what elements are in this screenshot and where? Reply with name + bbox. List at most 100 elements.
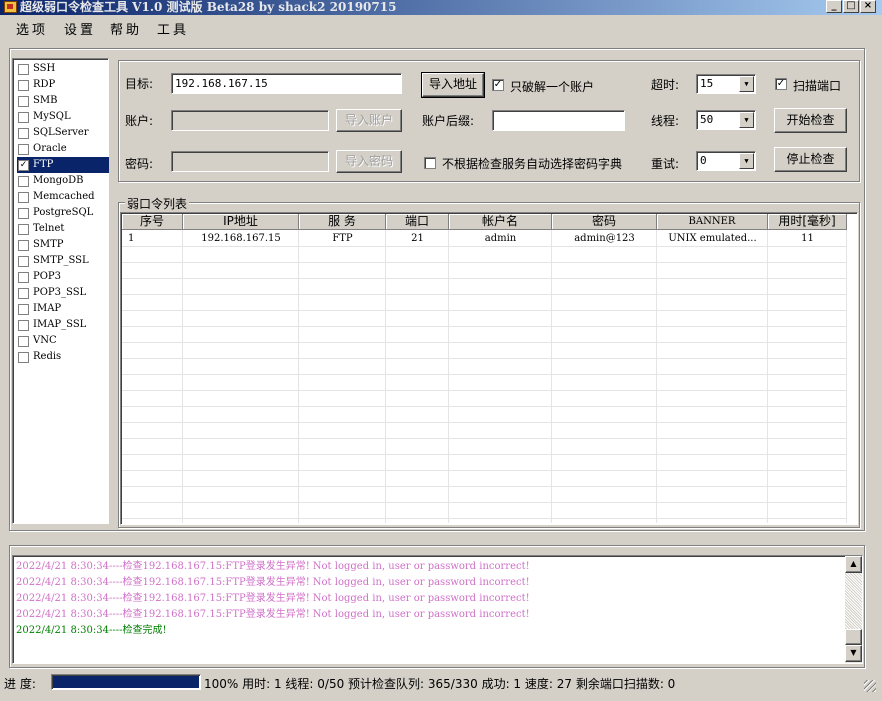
log-textbox[interactable]: 2022/4/21 8:30:34----检查192.168.167.15:FT… (12, 555, 863, 664)
grid-line (182, 230, 183, 523)
service-item[interactable]: Redis (17, 349, 109, 365)
service-checkbox[interactable] (18, 96, 29, 107)
service-item[interactable]: Memcached (17, 189, 109, 205)
menu-tools[interactable]: 工具 (157, 19, 189, 38)
service-checkbox[interactable] (18, 304, 29, 315)
service-checkbox[interactable] (18, 272, 29, 283)
import-password-button[interactable]: 导入密码 (336, 150, 402, 173)
service-item[interactable]: VNC (17, 333, 109, 349)
grid-line (122, 454, 847, 455)
threads-select[interactable]: 50 ▼ (696, 110, 756, 130)
service-item[interactable]: SMTP (17, 237, 109, 253)
service-label: Telnet (33, 223, 65, 234)
menu-settings[interactable]: 设置 (64, 19, 96, 38)
service-checkbox[interactable] (18, 256, 29, 267)
service-list[interactable]: SSH RDP SMB MySQL SQLServer Oracle ✓ FTP MongoDB… (12, 58, 109, 524)
chevron-down-icon[interactable]: ▼ (739, 153, 754, 169)
chevron-down-icon[interactable]: ▼ (739, 112, 754, 128)
column-header[interactable]: 端口 (386, 214, 449, 230)
account-suffix-input[interactable] (492, 110, 625, 131)
column-header[interactable]: 帐户名 (449, 214, 552, 230)
service-item[interactable]: SMTP_SSL (17, 253, 109, 269)
account-label: 账户: (125, 114, 154, 128)
log-scrollbar[interactable]: ▲ ▼ (845, 556, 862, 663)
table-cell[interactable]: 192.168.167.15 (183, 231, 299, 247)
menu-options[interactable]: 选项 (16, 19, 48, 38)
service-item[interactable]: SSH (17, 61, 109, 77)
service-item[interactable]: MySQL (17, 109, 109, 125)
service-item[interactable]: IMAP (17, 301, 109, 317)
maximize-button[interactable]: □ (843, 0, 859, 13)
account-input[interactable] (171, 110, 329, 131)
scroll-up-icon[interactable]: ▲ (845, 556, 862, 573)
chevron-down-icon[interactable]: ▼ (739, 76, 754, 92)
service-checkbox[interactable] (18, 64, 29, 75)
title-bar[interactable]: 超级弱口令检查工具 V1.0 测试版 Beta28 by shack2 2019… (0, 0, 882, 15)
only-one-account-checkbox[interactable]: ✓ (492, 79, 504, 91)
service-checkbox[interactable] (18, 208, 29, 219)
import-account-button[interactable]: 导入账户 (336, 109, 402, 132)
log-line: 2022/4/21 8:30:34----检查完成! (16, 623, 167, 639)
service-checkbox[interactable] (18, 176, 29, 187)
timeout-select[interactable]: 15 ▼ (696, 74, 756, 94)
service-item[interactable]: POP3 (17, 269, 109, 285)
start-check-button[interactable]: 开始检查 (774, 108, 847, 133)
table-cell[interactable]: 11 (768, 231, 847, 247)
table-cell[interactable]: admin (449, 231, 552, 247)
scroll-thumb[interactable] (845, 629, 862, 645)
auto-dict-checkbox[interactable] (424, 157, 436, 169)
results-group-title: 弱口令列表 (125, 195, 190, 212)
table-cell[interactable]: admin@123 (552, 231, 657, 247)
log-detail: Not logged in, user or password incorrec… (312, 593, 530, 604)
table-cell[interactable]: 21 (386, 231, 449, 247)
column-header[interactable]: 用时[毫秒] (768, 214, 847, 230)
service-checkbox[interactable] (18, 112, 29, 123)
service-item[interactable]: POP3_SSL (17, 285, 109, 301)
password-input[interactable] (171, 151, 329, 172)
table-cell[interactable]: UNIX emulated... (657, 231, 768, 247)
service-checkbox[interactable]: ✓ (18, 160, 29, 171)
service-checkbox[interactable] (18, 80, 29, 91)
results-table[interactable]: 序号 IP地址服 务端口 帐户名 密码 BANNER 用时[毫秒] 1 192.168.167… (120, 212, 858, 525)
grid-line (298, 230, 299, 523)
retry-select[interactable]: 0 ▼ (696, 151, 756, 171)
service-checkbox[interactable] (18, 144, 29, 155)
column-header[interactable]: 序号 (122, 214, 183, 230)
service-checkbox[interactable] (18, 336, 29, 347)
menu-help[interactable]: 帮助 (110, 19, 142, 38)
service-item[interactable]: Oracle (17, 141, 109, 157)
service-item[interactable]: PostgreSQL (17, 205, 109, 221)
minimize-button[interactable]: _ (826, 0, 842, 13)
target-input[interactable]: 192.168.167.15 (171, 73, 402, 94)
scroll-down-icon[interactable]: ▼ (845, 645, 862, 662)
table-cell[interactable]: 1 (122, 231, 183, 247)
window-title: 超级弱口令检查工具 V1.0 测试版 Beta28 by shack2 2019… (20, 0, 397, 14)
stop-check-button[interactable]: 停止检查 (774, 147, 847, 172)
column-header[interactable]: IP地址 (183, 214, 299, 230)
service-item[interactable]: SMB (17, 93, 109, 109)
log-msg: 检查192.168.167.15:FTP登录发生异常! (122, 609, 310, 620)
service-checkbox[interactable] (18, 288, 29, 299)
service-label: POP3_SSL (33, 287, 87, 298)
service-checkbox[interactable] (18, 128, 29, 139)
service-checkbox[interactable] (18, 352, 29, 363)
service-item[interactable]: MongoDB (17, 173, 109, 189)
table-cell[interactable]: FTP (299, 231, 386, 247)
scan-port-checkbox[interactable]: ✓ (775, 78, 787, 90)
close-button[interactable]: × (860, 0, 876, 13)
service-item[interactable]: SQLServer (17, 125, 109, 141)
service-item[interactable]: Telnet (17, 221, 109, 237)
service-item[interactable]: IMAP_SSL (17, 317, 109, 333)
resize-grip-icon[interactable] (864, 680, 876, 692)
column-header[interactable]: 密码 (552, 214, 657, 230)
log-line: 2022/4/21 8:30:34----检查192.168.167.15:FT… (16, 591, 530, 607)
service-checkbox[interactable] (18, 192, 29, 203)
service-item[interactable]: ✓ FTP (17, 157, 109, 173)
column-header[interactable]: BANNER (657, 214, 768, 230)
column-header[interactable]: 服 务 (299, 214, 386, 230)
service-checkbox[interactable] (18, 224, 29, 235)
service-checkbox[interactable] (18, 320, 29, 331)
import-address-button[interactable]: 导入地址 (421, 72, 485, 98)
service-item[interactable]: RDP (17, 77, 109, 93)
service-checkbox[interactable] (18, 240, 29, 251)
